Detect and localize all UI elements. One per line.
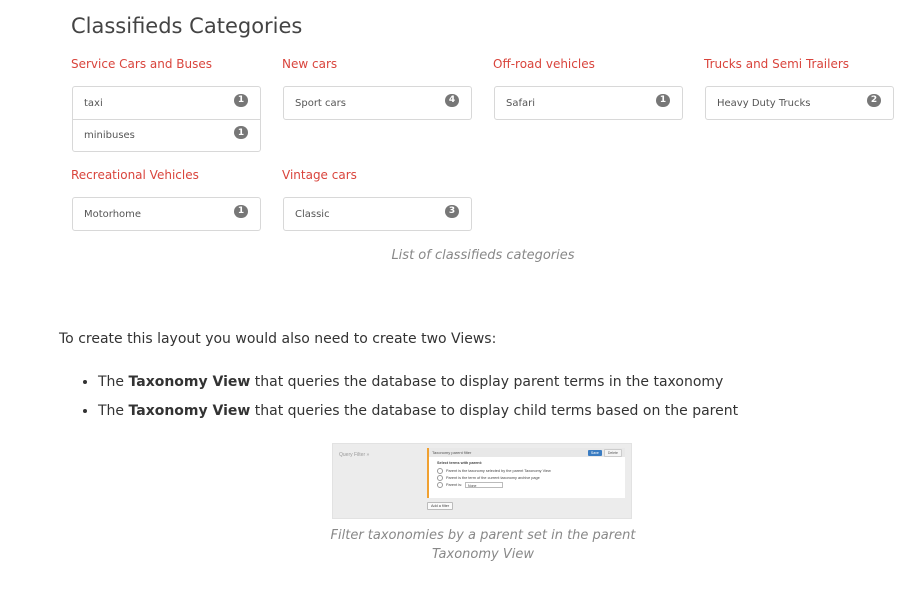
count-badge: 1 — [656, 93, 670, 107]
list-item-label: taxi — [84, 97, 103, 109]
category-title-off-road[interactable]: Off-road vehicles — [493, 57, 595, 71]
count-badge: 1 — [234, 204, 248, 218]
list-item[interactable]: Heavy Duty Trucks 2 — [706, 87, 893, 119]
list-item[interactable]: Sport cars 4 — [284, 87, 471, 119]
bullet-text-bold: Taxonomy View — [128, 374, 251, 390]
category-list-recreational: Motorhome 1 — [72, 197, 261, 231]
category-title-recreational[interactable]: Recreational Vehicles — [71, 168, 199, 182]
bullet-text-post: that queries the database to display par… — [250, 374, 724, 390]
category-list-off-road: Safari 1 — [494, 86, 683, 120]
category-title-vintage[interactable]: Vintage cars — [282, 168, 357, 182]
count-badge: 2 — [867, 93, 881, 107]
caption-line-1: Filter taxonomies by a parent set in the… — [330, 528, 636, 543]
list-item: The Taxonomy View that queries the datab… — [98, 373, 738, 392]
panel-title: Taxonomy parent filter — [432, 450, 472, 455]
list-item-label: Safari — [506, 97, 536, 109]
bullet-text-post: that queries the database to display chi… — [250, 403, 739, 419]
list-item-label: Motorhome — [84, 208, 142, 220]
page-title: Classifieds Categories — [71, 14, 303, 38]
bullet-text-pre: The — [98, 374, 129, 390]
list-item-label: Classic — [295, 208, 330, 220]
figure-caption-categories: List of classifieds categories — [391, 248, 575, 263]
views-list: The Taxonomy View that queries the datab… — [80, 373, 738, 431]
select-terms-label: Select terms with parent: — [437, 461, 483, 465]
count-badge: 4 — [445, 93, 459, 107]
caption-line-2: Taxonomy View — [431, 547, 534, 562]
query-filter-screenshot[interactable]: Query Filter » Taxonomy parent filter Sa… — [332, 443, 632, 519]
count-badge: 1 — [234, 126, 248, 139]
option-archive-page[interactable]: Parent is the term of the current taxono… — [437, 475, 540, 481]
list-item-label: minibuses — [84, 130, 135, 141]
figure-caption-filter: Filter taxonomies by a parent set in the… — [283, 526, 683, 564]
bullet-text-bold: Taxonomy View — [128, 403, 251, 419]
add-filter-button[interactable]: Add a filter — [427, 502, 454, 510]
category-list-service-cars: taxi 1 minibuses 1 — [72, 86, 261, 152]
category-list-new-cars: Sport cars 4 — [283, 86, 472, 120]
category-title-service-cars[interactable]: Service Cars and Buses — [71, 57, 212, 71]
bullet-text-pre: The — [98, 403, 129, 419]
list-item-label: Heavy Duty Trucks — [717, 97, 811, 109]
taxonomy-parent-filter-panel: Taxonomy parent filter Save Delete Select… — [427, 448, 625, 498]
list-item[interactable]: minibuses 1 — [73, 119, 260, 151]
category-title-new-cars[interactable]: New cars — [282, 57, 337, 71]
list-item[interactable]: taxi 1 — [73, 87, 260, 119]
list-item[interactable]: Safari 1 — [495, 87, 682, 119]
list-item[interactable]: Classic 3 — [284, 198, 471, 230]
radio-icon — [437, 482, 443, 488]
delete-button[interactable]: Delete — [603, 448, 622, 457]
list-item: The Taxonomy View that queries the datab… — [98, 402, 738, 421]
option-parent-view[interactable]: Parent is the taxonomy selected by the p… — [437, 468, 551, 474]
query-filter-label: Query Filter » — [339, 452, 370, 458]
category-title-trucks[interactable]: Trucks and Semi Trailers — [704, 57, 849, 71]
radio-icon — [437, 468, 443, 474]
count-badge: 3 — [445, 204, 459, 218]
intro-paragraph: To create this layout you would also nee… — [59, 331, 497, 347]
list-item[interactable]: Motorhome 1 — [73, 198, 260, 230]
list-item-label: Sport cars — [295, 97, 346, 109]
save-button[interactable]: Save — [587, 449, 602, 456]
category-list-vintage: Classic 3 — [283, 197, 472, 231]
count-badge: 1 — [234, 93, 248, 107]
category-list-trucks: Heavy Duty Trucks 2 — [705, 86, 894, 120]
option-parent-is[interactable]: Parent is: None — [437, 482, 504, 488]
parent-select[interactable]: None — [465, 482, 504, 488]
radio-icon — [437, 475, 443, 481]
